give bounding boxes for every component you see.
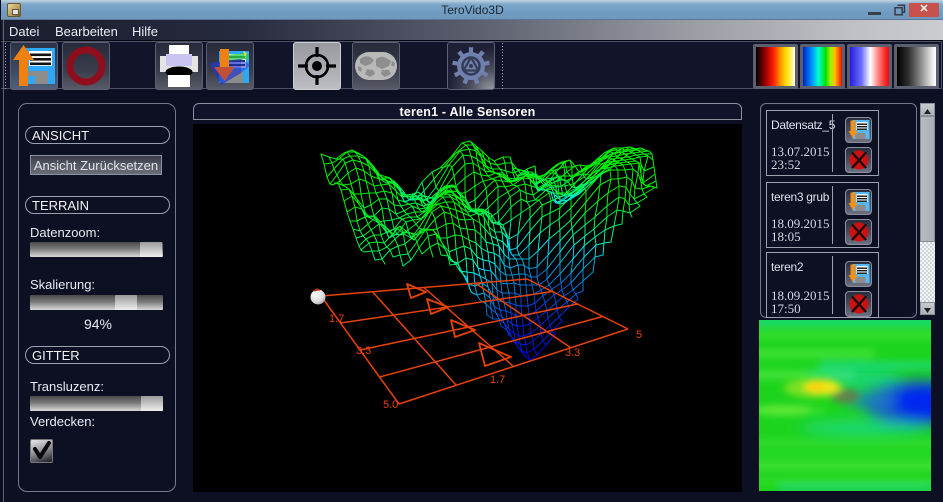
svg-text:3.3: 3.3 <box>356 345 371 357</box>
svg-text:3.3: 3.3 <box>565 347 580 359</box>
svg-text:5: 5 <box>636 329 642 341</box>
svg-text:5.0: 5.0 <box>383 399 398 411</box>
svg-text:1.7: 1.7 <box>329 313 344 325</box>
svg-text:1.7: 1.7 <box>490 374 505 386</box>
